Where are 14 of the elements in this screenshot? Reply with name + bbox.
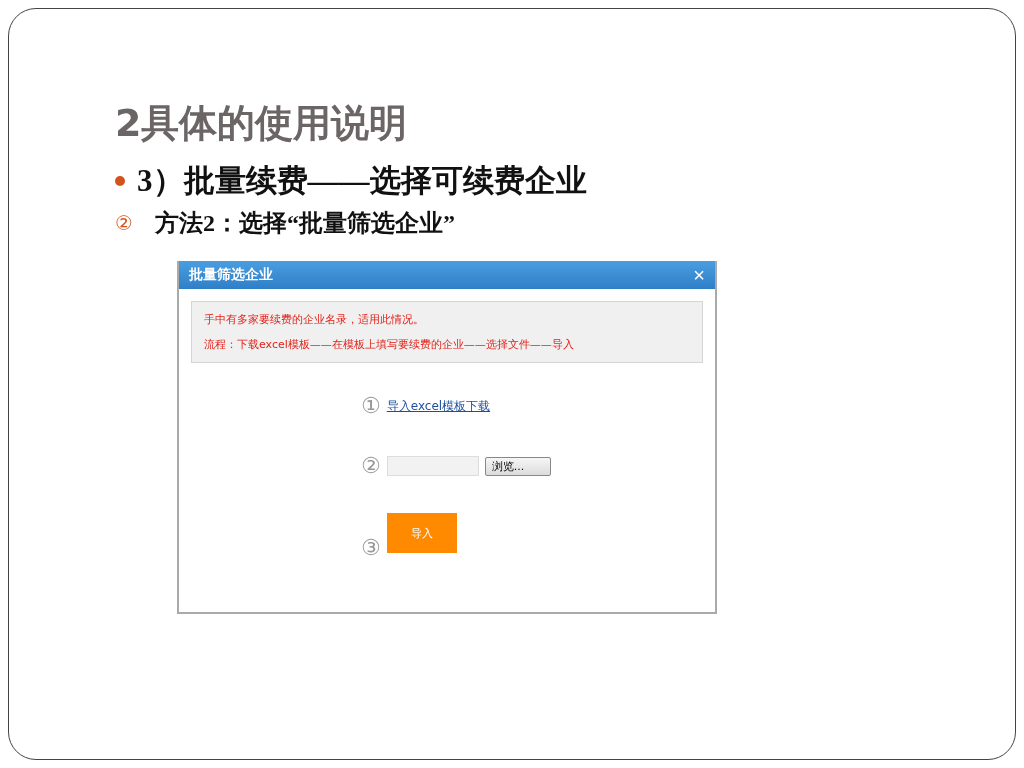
sub-text: 方法2：选择“批量筛选企业” <box>154 209 455 238</box>
file-path-field[interactable] <box>386 456 479 476</box>
template-download-link[interactable]: 导入excel模板下载 <box>386 397 491 415</box>
bullet-text: 3）批量续费——选择可续费企业 <box>137 162 587 200</box>
notice-text: 流程：下载excel模板——在模板上填写要续费的企业——选择文件——导入 <box>204 337 575 352</box>
bullet-dot-icon <box>115 176 125 186</box>
dialog-title: 批量筛选企业 <box>189 266 273 284</box>
notice-text: 手中有多家要续费的企业名录，适用此情况。 <box>204 312 425 327</box>
browse-button[interactable]: 浏览... <box>484 456 551 476</box>
sub-marker: ② <box>115 211 133 235</box>
step-number: ③ <box>361 535 381 561</box>
slide-title: 2具体的使用说明 <box>115 100 409 147</box>
step-number: ② <box>361 453 381 479</box>
step-number: ① <box>361 393 381 419</box>
